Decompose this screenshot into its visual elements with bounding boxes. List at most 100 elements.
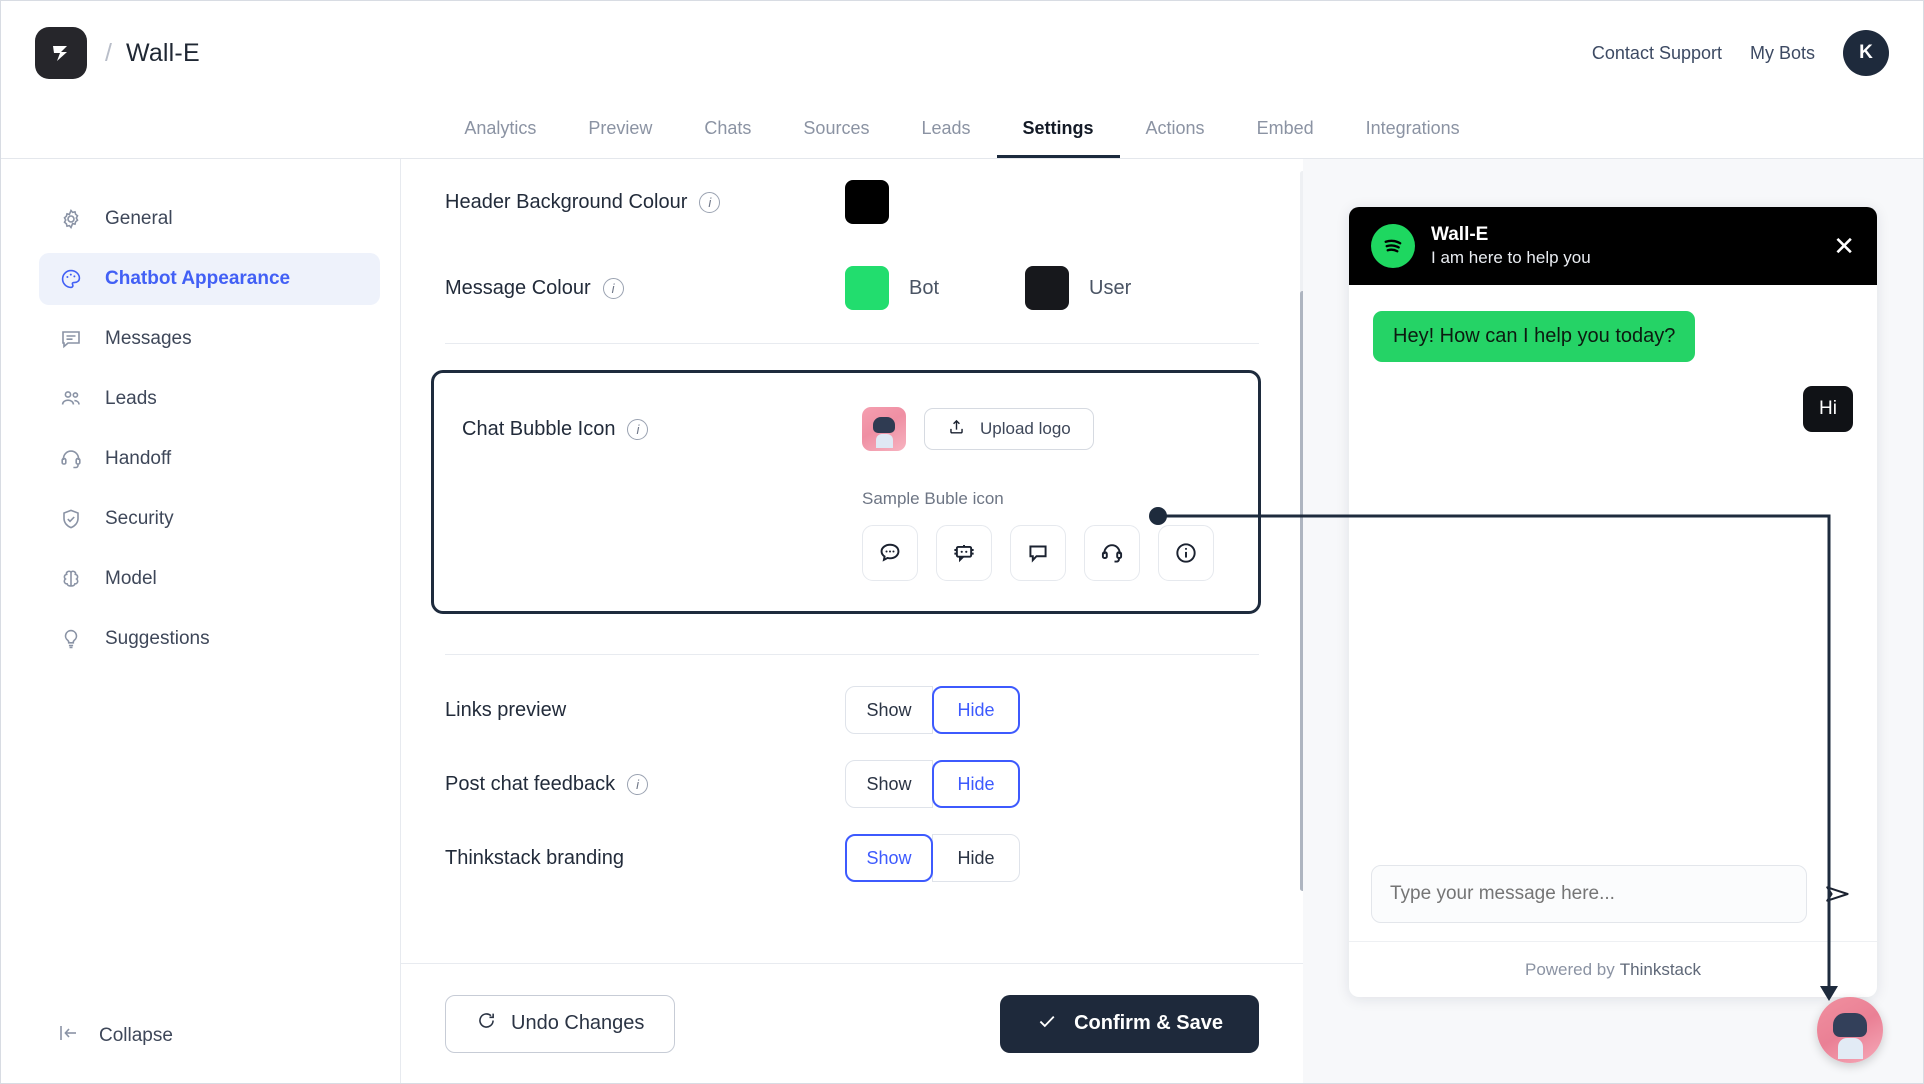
header-background-colour-label: Header Background Colour i <box>445 191 845 214</box>
sidebar-item-leads[interactable]: Leads <box>39 373 380 425</box>
user-message-bubble: Hi <box>1803 386 1853 432</box>
speech-bubble-dots-icon[interactable] <box>862 525 918 581</box>
tab-actions[interactable]: Actions <box>1120 118 1231 158</box>
sidebar-item-handoff[interactable]: Handoff <box>39 433 380 485</box>
settings-sidebar: General Chatbot Appearance Messages Lead… <box>1 159 401 1083</box>
sample-bubble-icon-group: Sample Buble icon <box>862 489 1230 581</box>
post-chat-feedback-show-button[interactable]: Show <box>845 760 933 808</box>
row-post-chat-feedback: Post chat feedback i Show Hide <box>445 747 1259 821</box>
upload-logo-button[interactable]: Upload logo <box>924 408 1094 450</box>
thinkstack-branding-show-button[interactable]: Show <box>845 834 933 882</box>
row-message-colour: Message Colour i Bot User <box>445 245 1259 331</box>
palette-icon <box>57 265 85 293</box>
post-chat-feedback-label: Post chat feedback i <box>445 773 845 796</box>
links-preview-toggle: Show Hide <box>845 686 1020 734</box>
bot-label: Bot <box>909 276 940 299</box>
sidebar-item-general[interactable]: General <box>39 193 380 245</box>
robot-chat-icon[interactable] <box>936 525 992 581</box>
confirm-and-save-label: Confirm & Save <box>1074 1012 1223 1034</box>
tab-leads[interactable]: Leads <box>895 118 996 158</box>
settings-footer: Undo Changes Confirm & Save <box>401 963 1303 1083</box>
tab-sources[interactable]: Sources <box>777 118 895 158</box>
settings-scroll-area: Header Background Colour i Message Colou… <box>401 159 1303 963</box>
sidebar-item-suggestions[interactable]: Suggestions <box>39 613 380 665</box>
brain-icon <box>57 565 85 593</box>
powered-by-brand: Thinkstack <box>1619 959 1702 979</box>
sidebar-item-chatbot-appearance[interactable]: Chatbot Appearance <box>39 253 380 305</box>
powered-by-prefix: Powered by <box>1524 959 1615 979</box>
chat-bubble-icon-card: Chat Bubble Icon i Upload logo Sample Bu… <box>431 370 1261 614</box>
shield-check-icon <box>57 505 85 533</box>
sidebar-item-model[interactable]: Model <box>39 553 380 605</box>
tab-chats[interactable]: Chats <box>678 118 777 158</box>
breadcrumb: / Wall-E <box>35 27 200 79</box>
close-icon[interactable]: ✕ <box>1833 233 1855 259</box>
links-preview-show-button[interactable]: Show <box>845 686 933 734</box>
collapse-sidebar-button[interactable]: Collapse <box>57 1021 173 1051</box>
user-message-row: Hi <box>1373 386 1853 432</box>
post-chat-feedback-hide-button[interactable]: Hide <box>932 760 1020 808</box>
avatar[interactable]: K <box>1843 30 1889 76</box>
tab-analytics[interactable]: Analytics <box>438 118 562 158</box>
tab-settings[interactable]: Settings <box>996 118 1120 158</box>
speech-bubble-plain-icon[interactable] <box>1010 525 1066 581</box>
row-header-background-colour: Header Background Colour i <box>445 159 1259 245</box>
info-icon[interactable]: i <box>627 773 649 795</box>
user-message-colour-swatch[interactable] <box>1025 266 1070 310</box>
lightbulb-icon <box>57 625 85 653</box>
user-label: User <box>1089 276 1132 299</box>
sidebar-item-security[interactable]: Security <box>39 493 380 545</box>
undo-icon <box>476 1010 497 1037</box>
undo-changes-label: Undo Changes <box>511 1012 645 1034</box>
collapse-arrow-icon <box>57 1021 81 1051</box>
chat-header-text: Wall-E I am here to help you <box>1431 223 1591 269</box>
chat-bubble-icon-label: Chat Bubble Icon i <box>462 418 862 441</box>
chat-header-title: Wall-E <box>1431 224 1489 246</box>
thinkstack-logo-icon[interactable] <box>35 27 87 79</box>
tab-preview[interactable]: Preview <box>562 118 678 158</box>
chat-message-input[interactable] <box>1371 865 1807 923</box>
send-icon[interactable] <box>1821 877 1855 911</box>
sidebar-item-label: Handoff <box>105 448 172 469</box>
top-bar: / Wall-E Contact Support My Bots K <box>1 1 1923 105</box>
sidebar-item-label: Chatbot Appearance <box>105 268 291 289</box>
tab-integrations[interactable]: Integrations <box>1340 118 1486 158</box>
bot-message-colour-swatch[interactable] <box>845 266 889 310</box>
headset-icon[interactable] <box>1084 525 1140 581</box>
thinkstack-branding-toggle: Show Hide <box>845 834 1020 882</box>
app-window: / Wall-E Contact Support My Bots K Analy… <box>0 0 1924 1084</box>
links-preview-label: Links preview <box>445 698 567 721</box>
post-chat-feedback-toggle: Show Hide <box>845 760 1020 808</box>
people-icon <box>57 385 85 413</box>
sidebar-item-label: Messages <box>105 328 192 349</box>
bot-avatar-preview <box>862 407 906 451</box>
confirm-and-save-button[interactable]: Confirm & Save <box>1000 994 1259 1053</box>
undo-changes-button[interactable]: Undo Changes <box>445 994 676 1053</box>
thinkstack-branding-label: Thinkstack branding <box>445 846 624 869</box>
breadcrumb-separator: / <box>105 38 112 67</box>
top-bar-actions: Contact Support My Bots K <box>1592 30 1889 76</box>
message-colour-swatches: Bot User <box>845 266 1131 310</box>
sample-bubble-caption: Sample Buble icon <box>862 489 1004 508</box>
thinkstack-branding-hide-button[interactable]: Hide <box>932 834 1020 882</box>
sidebar-item-messages[interactable]: Messages <box>39 313 380 365</box>
links-preview-hide-button[interactable]: Hide <box>932 686 1020 734</box>
message-colour-label: Message Colour i <box>445 277 845 300</box>
tab-embed[interactable]: Embed <box>1231 118 1340 158</box>
header-background-colour-swatch[interactable] <box>845 180 889 224</box>
floating-chat-bubble-button[interactable] <box>1817 997 1883 1063</box>
info-circle-icon[interactable] <box>1158 525 1214 581</box>
my-bots-link[interactable]: My Bots <box>1750 43 1815 64</box>
upload-icon <box>947 417 966 441</box>
sidebar-item-label: Suggestions <box>105 628 210 649</box>
chat-header-subtitle: I am here to help you <box>1431 247 1591 267</box>
chat-widget-preview: Wall-E I am here to help you ✕ Hey! How … <box>1349 207 1877 997</box>
info-icon[interactable]: i <box>699 191 721 213</box>
sidebar-item-label: General <box>105 208 173 229</box>
gear-icon <box>57 205 85 233</box>
contact-support-link[interactable]: Contact Support <box>1592 43 1722 64</box>
row-links-preview: Links preview Show Hide <box>445 673 1259 747</box>
message-icon <box>57 325 85 353</box>
info-icon[interactable]: i <box>602 277 624 299</box>
info-icon[interactable]: i <box>627 418 649 440</box>
